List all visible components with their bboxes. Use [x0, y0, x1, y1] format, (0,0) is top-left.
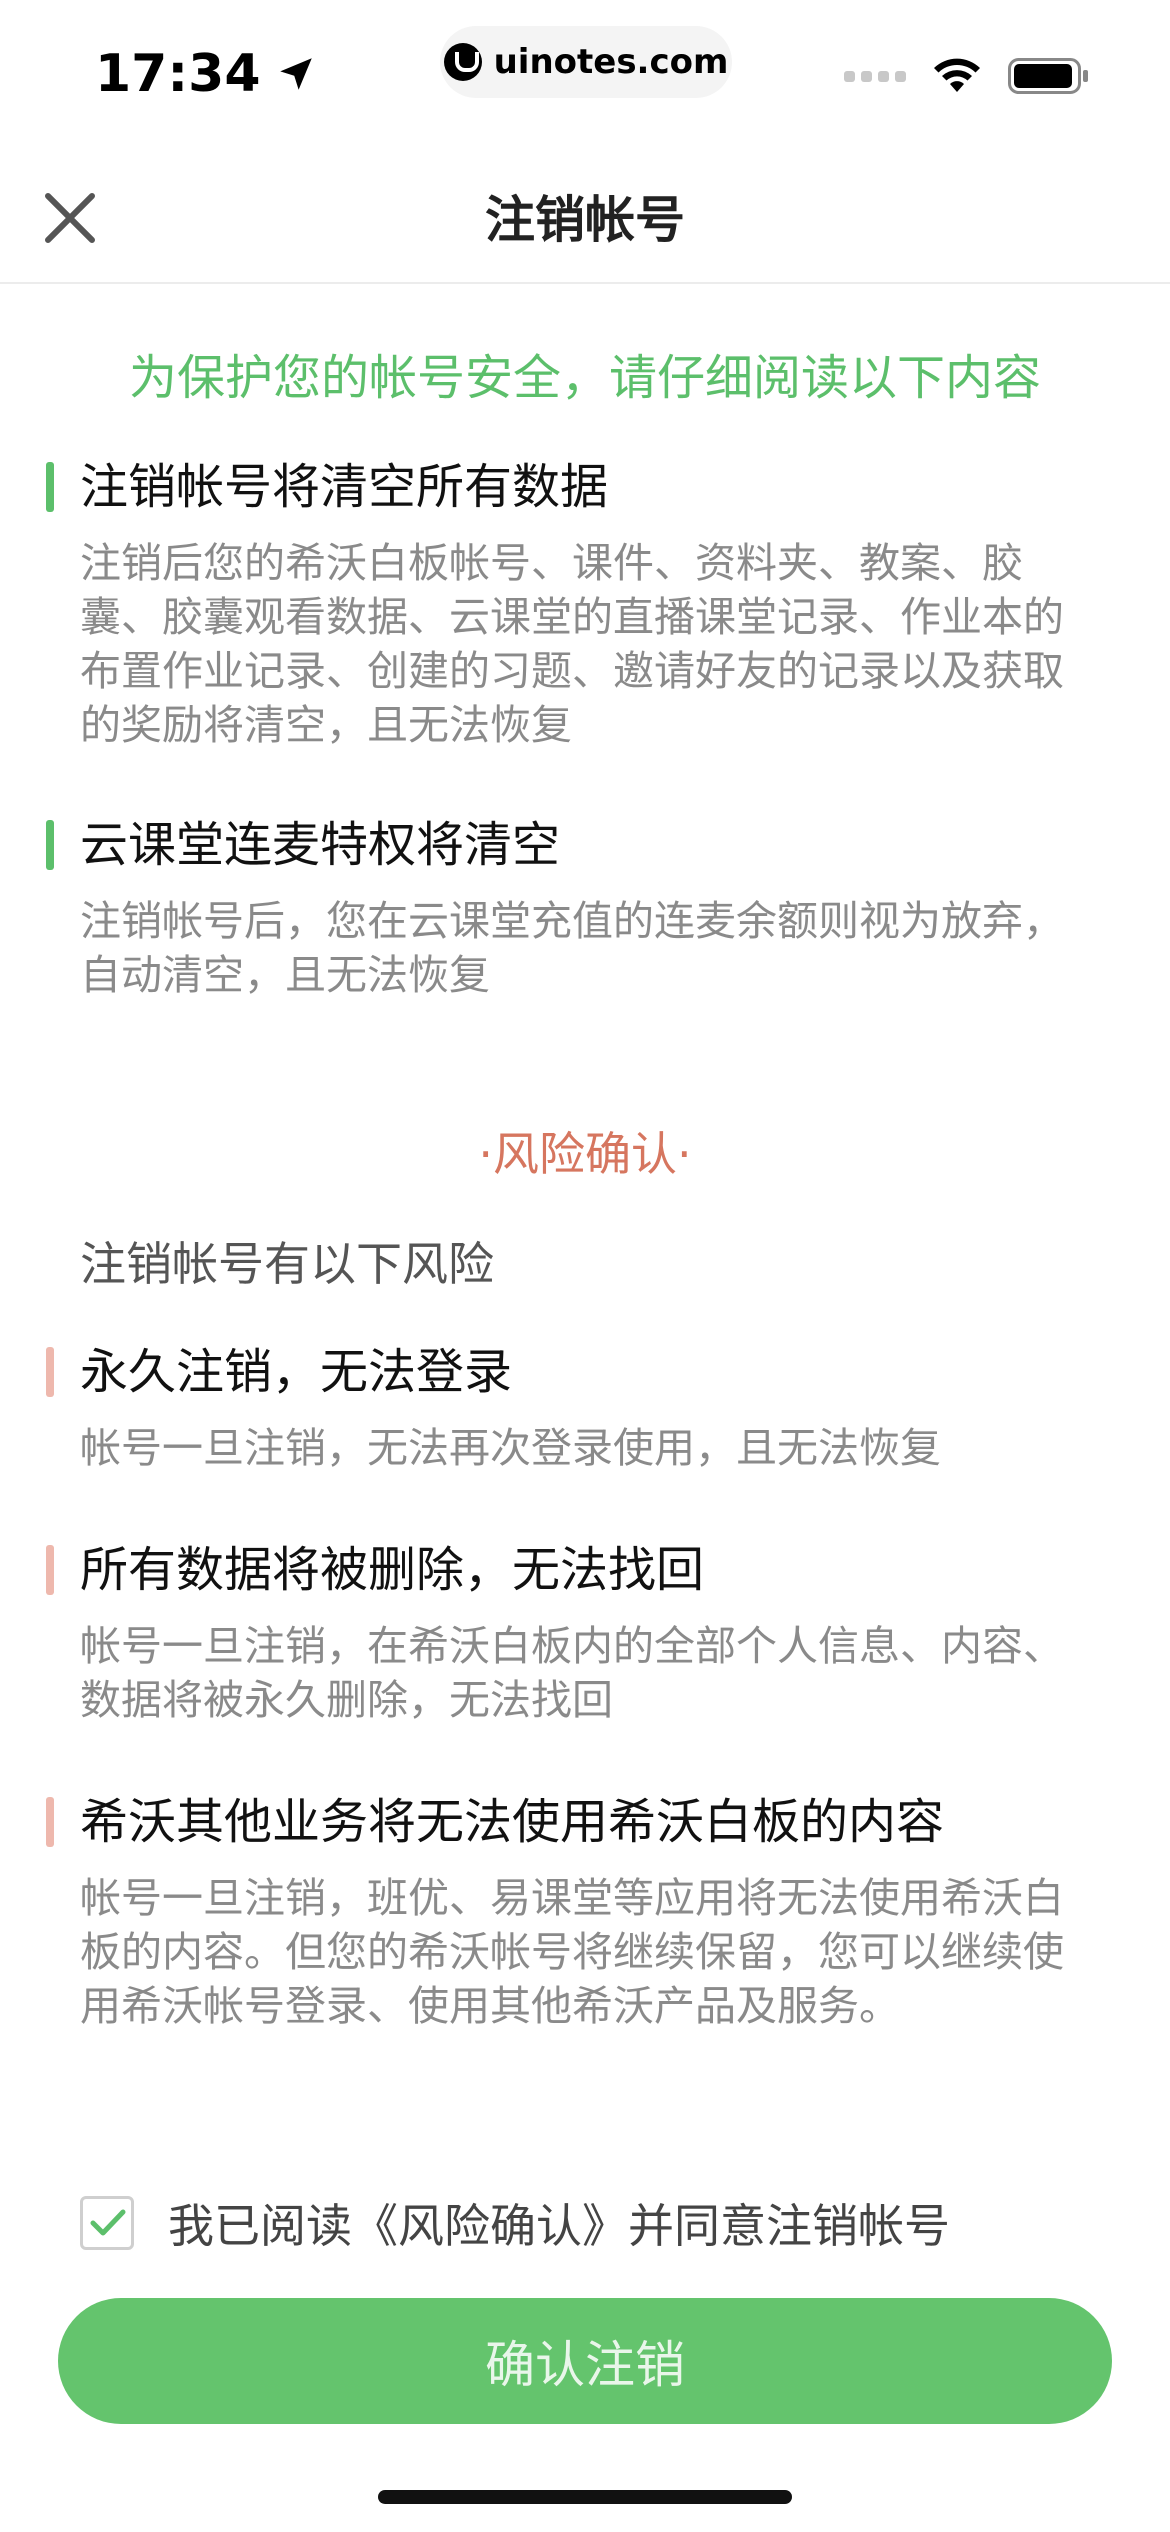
nav-bar: 注销帐号 — [0, 150, 1170, 284]
confirm-cancel-account-button[interactable]: 确认注销 — [58, 2298, 1112, 2424]
risk-item: 希沃其他业务将无法使用希沃白板的内容 帐号一旦注销，班优、易课堂等应用将无法使用… — [46, 1791, 1076, 2033]
risk-item-title-text: 永久注销，无法登录 — [80, 1344, 513, 1400]
section-body: 注销帐号后，您在云课堂充值的连麦余额则视为放弃，自动清空，且无法恢复 — [80, 897, 1064, 999]
section-body: 注销后您的希沃白板帐号、课件、资料夹、教案、胶囊、胶囊观看数据、云课堂的直播课堂… — [80, 539, 1064, 749]
section-title: 云课堂连麦特权将清空 — [46, 814, 1076, 876]
risk-item: 所有数据将被删除，无法找回 帐号一旦注销，在希沃白板内的全部个人信息、内容、数据… — [46, 1539, 1076, 1727]
risk-item-title: 所有数据将被删除，无法找回 — [46, 1539, 1076, 1601]
checkmark-icon — [90, 2209, 126, 2236]
location-arrow-icon — [279, 58, 312, 90]
home-indicator[interactable] — [378, 2490, 792, 2504]
wifi-icon — [934, 58, 980, 92]
notice-section: 注销帐号将清空所有数据 注销后您的希沃白板帐号、课件、资料夹、教案、胶囊、胶囊观… — [46, 456, 1076, 752]
agreement-checkbox[interactable] — [80, 2196, 134, 2250]
section-title: 注销帐号将清空所有数据 — [46, 456, 1076, 518]
risk-item-title: 永久注销，无法登录 — [46, 1341, 1076, 1403]
status-time-text: 17:34 — [95, 44, 261, 104]
agreement-row[interactable]: 我已阅读《风险确认》并同意注销帐号 — [80, 2190, 950, 2256]
url-pill[interactable]: uinotes.com — [440, 26, 732, 98]
risk-item-body: 帐号一旦注销，班优、易课堂等应用将无法使用希沃白板的内容。但您的希沃帐号将继续保… — [80, 1874, 1064, 2030]
agreement-label: 我已阅读《风险确认》并同意注销帐号 — [168, 2199, 950, 2253]
battery-icon — [1008, 58, 1088, 94]
risk-heading: ·风险确认· — [478, 1127, 692, 1181]
risk-item-title-text: 希沃其他业务将无法使用希沃白板的内容 — [80, 1794, 945, 1850]
risk-item-body: 帐号一旦注销，在希沃白板内的全部个人信息、内容、数据将被永久删除，无法找回 — [80, 1622, 1064, 1724]
section-marker — [46, 820, 54, 870]
section-title-text: 注销帐号将清空所有数据 — [80, 459, 609, 515]
risk-item-title-text: 所有数据将被删除，无法找回 — [80, 1542, 705, 1598]
section-marker — [46, 462, 54, 512]
url-text: uinotes.com — [493, 42, 729, 82]
section-title-text: 云课堂连麦特权将清空 — [80, 817, 561, 873]
status-indicators — [844, 56, 1090, 96]
risk-marker — [46, 1797, 54, 1847]
risk-item-title: 希沃其他业务将无法使用希沃白板的内容 — [46, 1791, 1076, 1853]
page-title: 注销帐号 — [485, 191, 685, 249]
notice-section: 云课堂连麦特权将清空 注销帐号后，您在云课堂充值的连麦余额则视为放弃，自动清空，… — [46, 814, 1076, 1002]
risk-marker — [46, 1545, 54, 1595]
notice-headline: 为保护您的帐号安全，请仔细阅读以下内容 — [128, 350, 1041, 406]
status-time: 17:34 — [95, 44, 317, 104]
site-logo-icon — [443, 43, 482, 81]
risk-marker — [46, 1347, 54, 1397]
status-bar: 17:34 uinotes.com — [0, 0, 1170, 140]
risk-subtitle: 注销帐号有以下风险 — [80, 1237, 494, 1291]
risk-item: 永久注销，无法登录 帐号一旦注销，无法再次登录使用，且无法恢复 — [46, 1341, 1076, 1475]
risk-item-body: 帐号一旦注销，无法再次登录使用，且无法恢复 — [80, 1424, 941, 1472]
cellular-signal-icon — [844, 70, 906, 82]
